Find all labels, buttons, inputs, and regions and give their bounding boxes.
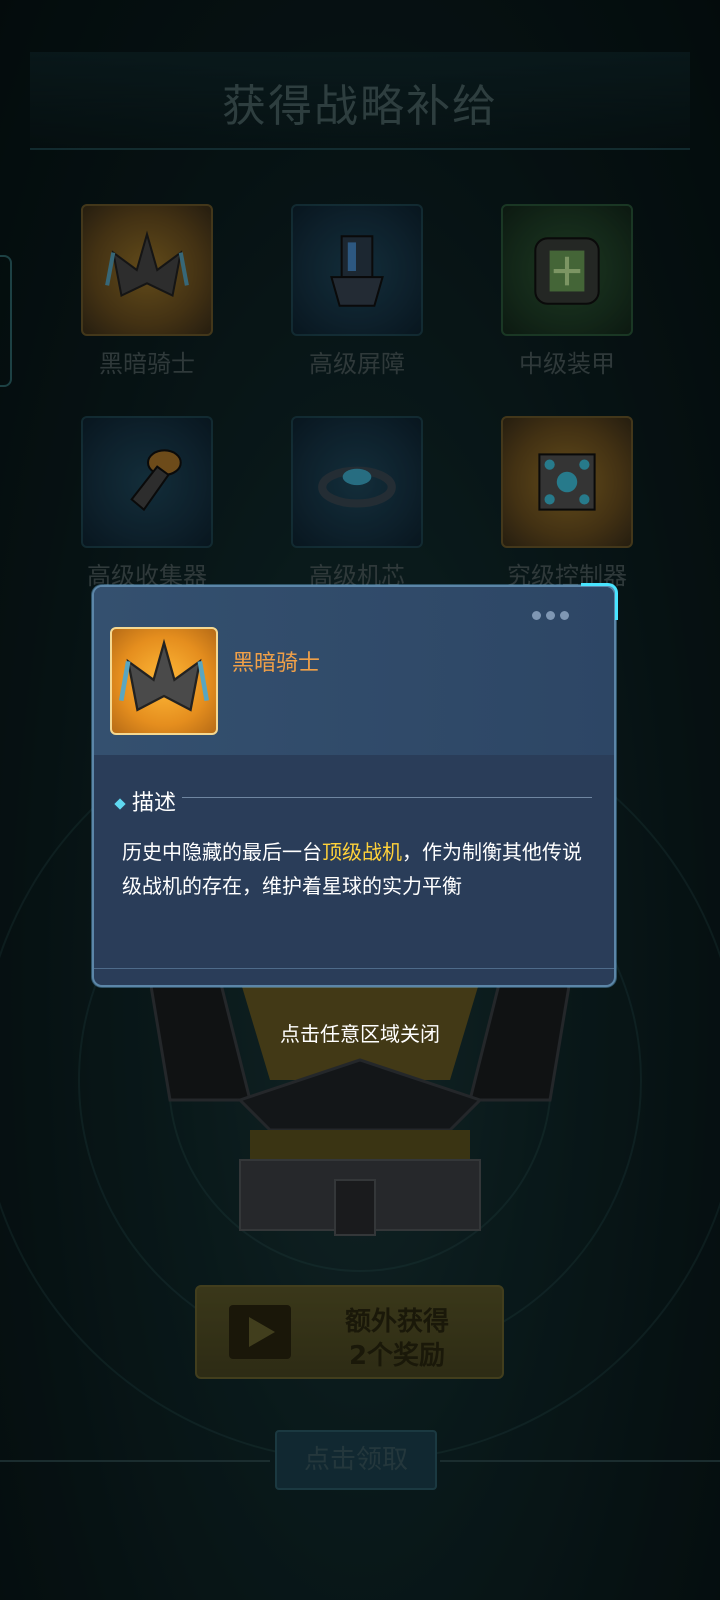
diamond-icon: [114, 798, 126, 810]
item-icon: [110, 627, 218, 735]
item-description: 历史中隐藏的最后一台顶级战机，作为制衡其他传说级战机的存在，维护着星球的实力平衡: [122, 840, 582, 898]
dots-icon: [527, 605, 569, 624]
item-detail-popup: 黑暗骑士 描述 历史中隐藏的最后一台顶级战机，作为制衡其他传说级战机的存在，维护…: [92, 583, 618, 987]
close-hint: 点击任意区域关闭: [280, 1022, 440, 1046]
section-divider: [182, 797, 592, 798]
corner-accent: [581, 583, 618, 620]
item-name: 黑暗骑士: [232, 651, 321, 676]
fighter-jet-icon: [118, 638, 210, 712]
section-title: 描述: [114, 785, 176, 817]
description-highlight: 顶级战机: [322, 840, 402, 864]
popup-footer: [94, 968, 614, 985]
